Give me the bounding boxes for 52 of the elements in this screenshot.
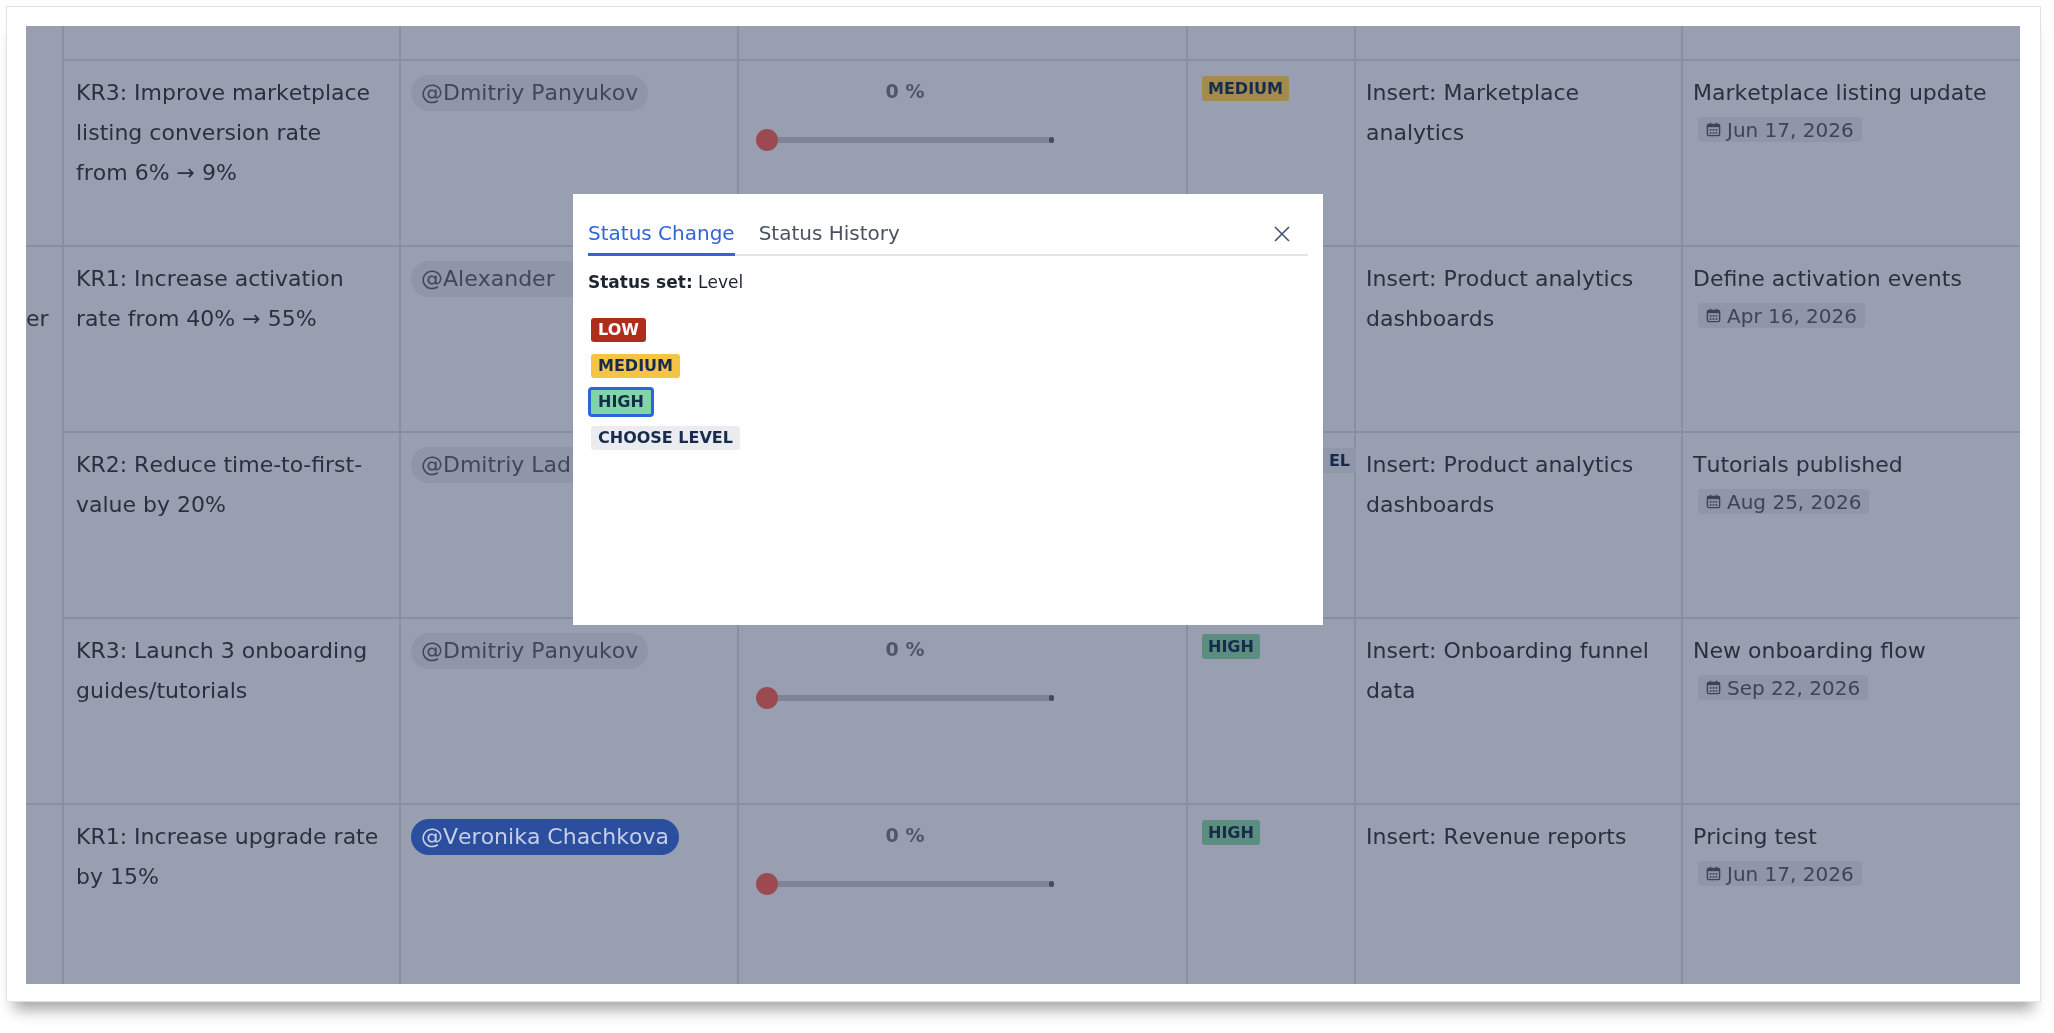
- calendar-icon: [1706, 680, 1721, 695]
- date-lozenge[interactable]: Jun 17, 2026: [1698, 117, 1862, 142]
- date-lozenge[interactable]: Sep 22, 2026: [1698, 675, 1869, 700]
- milestone-title: Tutorials published: [1693, 451, 1904, 479]
- status-lozenge[interactable]: HIGH: [1202, 634, 1260, 659]
- cell-text: er: [26, 305, 49, 333]
- key-result-text: KR2: Reduce time-to-first-value by 20%: [76, 451, 364, 519]
- date-lozenge[interactable]: Jun 17, 2026: [1698, 861, 1862, 886]
- milestone-title: New onboarding flow: [1693, 637, 1927, 665]
- level-option[interactable]: MEDIUM: [591, 354, 680, 378]
- key-result-text: KR3: Launch 3 onboarding guides/tutorials: [76, 637, 369, 705]
- slider-thumb[interactable]: [756, 873, 778, 895]
- slider-track[interactable]: [756, 687, 1054, 709]
- tab[interactable]: Status History: [758, 194, 900, 256]
- date-lozenge[interactable]: Apr 16, 2026: [1698, 303, 1866, 328]
- milestone-title: Pricing test: [1693, 823, 1818, 851]
- slider-thumb[interactable]: [756, 129, 778, 151]
- calendar-icon: [1706, 866, 1721, 881]
- status-set-label: Status set: Level: [588, 271, 745, 293]
- user-mention[interactable]: @Dmitriy Panyukov: [411, 75, 649, 111]
- calendar-icon: [1706, 494, 1721, 509]
- user-mention[interactable]: @Dmitriy Panyukov: [411, 633, 649, 669]
- level-option[interactable]: HIGH: [588, 387, 654, 417]
- date-lozenge[interactable]: Aug 25, 2026: [1698, 489, 1870, 514]
- slider-thumb[interactable]: [756, 687, 778, 709]
- insert-text: Insert: Marketplace analytics: [1366, 79, 1581, 147]
- key-result-text: KR1: Increase activation rate from 40% → 55%: [76, 265, 345, 333]
- insert-text: Insert: Product analytics dashboards: [1366, 265, 1635, 333]
- status-lozenge[interactable]: HIGH: [1202, 820, 1260, 845]
- calendar-icon: [1706, 308, 1721, 323]
- progress-value: 0 %: [885, 823, 925, 847]
- user-mention[interactable]: @Veronika Chachkova: [411, 819, 679, 855]
- insert-text: Insert: Revenue reports: [1366, 823, 1628, 851]
- user-mention[interactable]: @Alexander: [411, 261, 573, 297]
- status-lozenge[interactable]: MEDIUM: [1202, 76, 1289, 101]
- slider-track[interactable]: [756, 873, 1054, 895]
- level-option[interactable]: CHOOSE LEVEL: [591, 426, 740, 450]
- progress-value: 0 %: [885, 637, 925, 661]
- close-icon[interactable]: [1274, 226, 1290, 242]
- status-lozenge[interactable]: EL: [1322, 448, 1356, 473]
- progress-value: 0 %: [885, 79, 925, 103]
- milestone-title: Marketplace listing update: [1693, 79, 1988, 107]
- milestone-title: Define activation events: [1693, 265, 1963, 293]
- user-mention[interactable]: @Dmitriy Lad: [411, 447, 573, 483]
- insert-text: Insert: Onboarding funnel data: [1366, 637, 1650, 705]
- tab[interactable]: Status Change: [588, 194, 735, 256]
- slider-track[interactable]: [756, 129, 1054, 151]
- key-result-text: KR3: Improve marketplace listing conversion rate from 6% → 9%: [76, 79, 372, 187]
- calendar-icon: [1706, 122, 1721, 137]
- level-option[interactable]: LOW: [591, 318, 646, 342]
- key-result-text: KR1: Increase upgrade rate by 15%: [76, 823, 379, 891]
- insert-text: Insert: Product analytics dashboards: [1366, 451, 1635, 519]
